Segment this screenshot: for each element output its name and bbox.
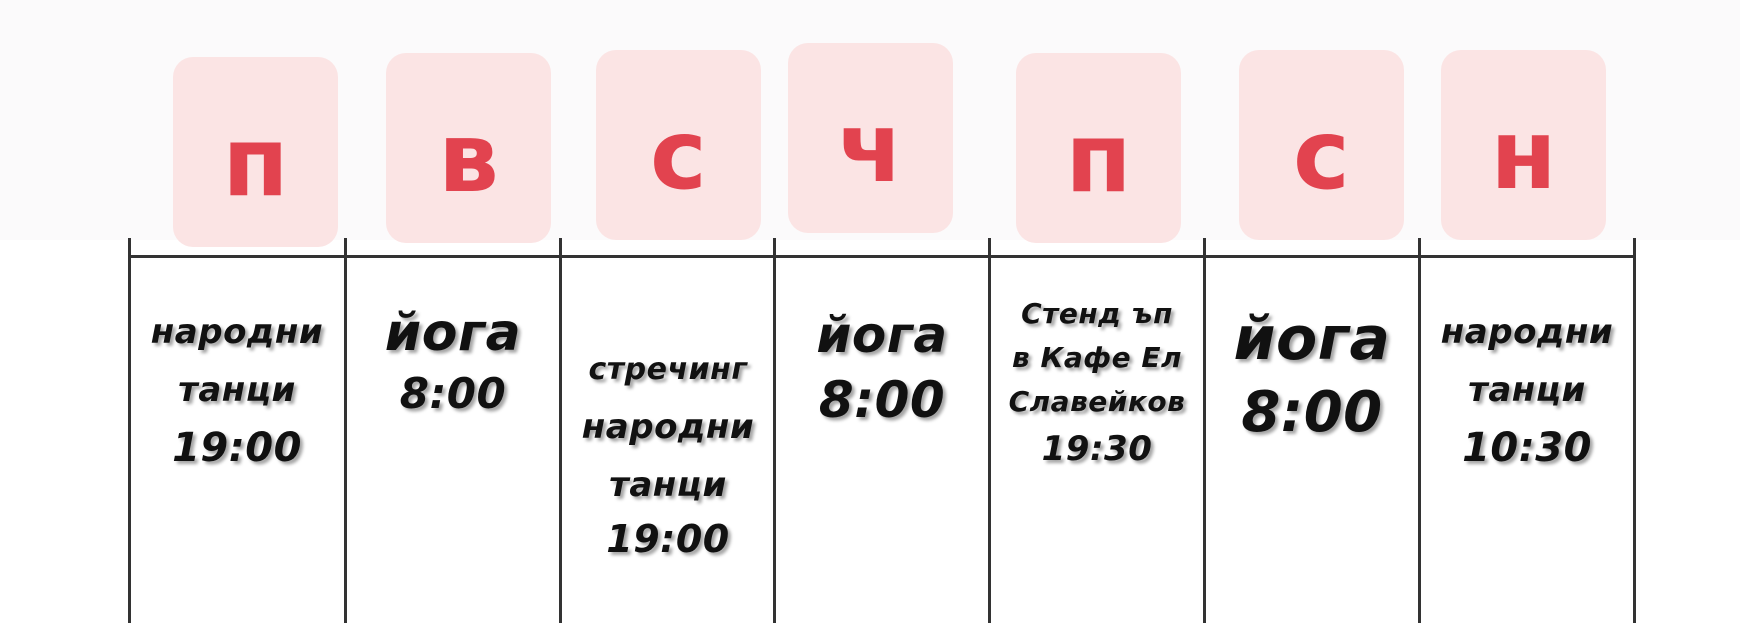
time-text: 19:30 <box>1041 429 1153 469</box>
activity-text: народни <box>581 407 755 447</box>
day-box-sunday: н <box>1441 50 1606 240</box>
schedule-cell-monday: народни танци 19:00 <box>131 303 343 477</box>
schedule-cell-sunday: народни танци 10:30 <box>1421 303 1633 477</box>
day-box-wednesday: с <box>596 50 761 240</box>
time-text: 8:00 <box>1241 380 1383 445</box>
activity-text: йога <box>384 303 522 363</box>
day-letter: с <box>650 99 707 211</box>
day-letter: ч <box>837 92 904 204</box>
column-divider <box>1633 238 1636 623</box>
day-letter: с <box>1293 99 1350 211</box>
timeline-line <box>128 255 1636 258</box>
day-box-monday: п <box>173 57 338 247</box>
schedule-cell-thursday: йога 8:00 <box>776 303 988 433</box>
day-letter: в <box>438 102 499 214</box>
activity-text: танци <box>178 370 296 410</box>
activity-text: Славейков <box>1008 385 1186 418</box>
activity-text: в Кафе Ел <box>1012 341 1182 374</box>
activity-text: народни <box>150 312 324 352</box>
activity-text: стречинг <box>588 352 748 387</box>
day-letter: п <box>222 106 289 218</box>
time-text: 8:00 <box>818 371 946 429</box>
schedule-cell-wednesday: стречинг народни танци 19:00 <box>562 342 774 564</box>
day-box-tuesday: в <box>386 53 551 243</box>
activity-text: йога <box>816 306 948 364</box>
activity-text: танци <box>609 465 727 505</box>
time-text: 19:00 <box>172 425 302 471</box>
time-text: 19:00 <box>606 517 730 561</box>
schedule-cell-tuesday: йога 8:00 <box>347 300 559 422</box>
day-box-thursday: ч <box>788 43 953 233</box>
schedule-cell-friday: Стенд ъп в Кафе Ел Славейков 19:30 <box>991 292 1203 474</box>
time-text: 8:00 <box>399 369 507 418</box>
day-letter: н <box>1490 99 1557 211</box>
time-text: 10:30 <box>1462 425 1592 471</box>
activity-text: танци <box>1468 370 1586 410</box>
day-box-friday: п <box>1016 53 1181 243</box>
activity-text: народни <box>1440 312 1614 352</box>
activity-text: йога <box>1233 304 1391 374</box>
schedule-cell-saturday: йога 8:00 <box>1206 298 1418 446</box>
activity-text: Стенд ъп <box>1021 297 1173 330</box>
column-divider <box>344 238 347 623</box>
day-box-saturday: с <box>1239 50 1404 240</box>
day-letter: п <box>1065 102 1132 214</box>
